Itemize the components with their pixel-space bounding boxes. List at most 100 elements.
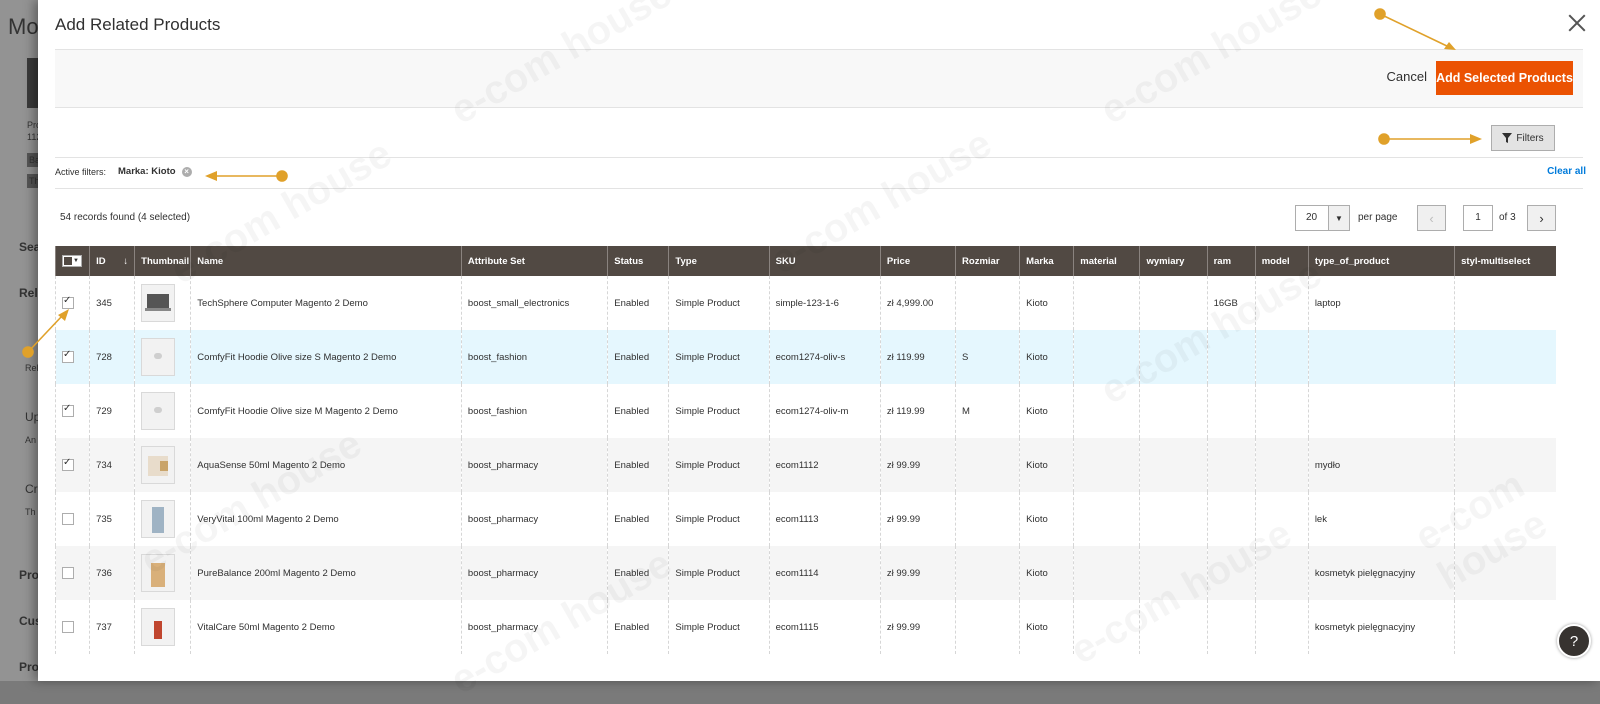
row-checkbox[interactable] <box>62 513 74 525</box>
model-cell <box>1254 438 1309 492</box>
background-section: Pro <box>19 660 40 674</box>
material-cell <box>1073 492 1140 546</box>
name-cell: ComfyFit Hoodie Olive size M Magento 2 D… <box>190 384 462 438</box>
name-cell: VeryVital 100ml Magento 2 Demo <box>190 492 462 546</box>
wymiary-cell <box>1139 546 1208 600</box>
row-checkbox[interactable] <box>62 457 74 471</box>
column-header-sku[interactable]: SKU <box>768 246 881 276</box>
prev-page-button[interactable]: ‹ <box>1417 205 1446 231</box>
next-page-button[interactable]: › <box>1527 205 1556 231</box>
table-row[interactable]: 729 ComfyFit Hoodie Olive size M Magento … <box>54 384 1556 438</box>
column-header-name[interactable]: Name <box>190 246 462 276</box>
product-thumbnail <box>141 392 176 430</box>
sku-cell: ecom1114 <box>768 546 881 600</box>
row-checkbox[interactable] <box>62 567 74 579</box>
marka-cell: Kioto <box>1019 384 1074 438</box>
type-cell: Simple Product <box>668 276 770 330</box>
filters-button[interactable]: Filters <box>1491 125 1555 151</box>
remove-filter-icon[interactable]: × <box>181 166 192 177</box>
model-cell <box>1254 330 1309 384</box>
ram-cell <box>1206 546 1256 600</box>
name-cell: ComfyFit Hoodie Olive size S Magento 2 D… <box>190 330 462 384</box>
wymiary-cell <box>1139 600 1208 654</box>
row-checkbox[interactable] <box>62 349 74 363</box>
rozmiar-cell <box>955 438 1020 492</box>
clear-all-link[interactable]: Clear all <box>1547 166 1586 177</box>
table-row[interactable]: 735 VeryVital 100ml Magento 2 Demo boost_p… <box>54 492 1556 546</box>
mass-select-header[interactable]: ▼ <box>54 246 90 276</box>
model-cell <box>1254 546 1309 600</box>
column-header-ram[interactable]: ram <box>1206 246 1256 276</box>
help-button[interactable]: ? <box>1557 624 1591 658</box>
column-header-attribute-set[interactable]: Attribute Set <box>460 246 608 276</box>
id-cell: 734 <box>89 438 135 492</box>
status-cell: Enabled <box>607 438 669 492</box>
price-cell: zł 99.99 <box>879 600 956 654</box>
column-header-type-of-product[interactable]: type_of_product <box>1307 246 1455 276</box>
row-checkbox[interactable] <box>62 621 74 633</box>
ram-cell <box>1206 600 1256 654</box>
background-text: Th <box>25 507 36 517</box>
type-of-product-cell <box>1307 330 1455 384</box>
per-page-select[interactable]: 20 ▼ <box>1295 205 1350 231</box>
wymiary-cell <box>1139 276 1208 330</box>
status-cell: Enabled <box>607 546 669 600</box>
styl-multiselect-cell <box>1454 438 1556 492</box>
add-selected-products-button[interactable]: Add Selected Products <box>1436 61 1573 95</box>
table-row[interactable]: 737 VitalCare 50ml Magento 2 Demo boost_ph… <box>54 600 1556 654</box>
column-header-price[interactable]: Price <box>879 246 956 276</box>
column-header-id[interactable]: ID ↓ <box>89 246 135 276</box>
type-of-product-cell <box>1307 384 1455 438</box>
name-cell: PureBalance 200ml Magento 2 Demo <box>190 546 462 600</box>
sku-cell: ecom1112 <box>768 438 881 492</box>
column-header-thumbnail[interactable]: Thumbnail <box>134 246 191 276</box>
row-checkbox[interactable] <box>62 403 74 417</box>
column-header-marka[interactable]: Marka <box>1019 246 1074 276</box>
background-text: Rel <box>25 363 39 373</box>
cancel-button[interactable]: Cancel <box>1387 69 1427 84</box>
chevron-down-icon[interactable]: ▼ <box>1328 206 1349 230</box>
row-checkbox[interactable] <box>62 295 74 309</box>
styl-multiselect-cell <box>1454 330 1556 384</box>
attribute-set-cell: boost_pharmacy <box>460 546 608 600</box>
thumbnail-cell <box>134 330 191 384</box>
thumbnail-cell <box>134 492 191 546</box>
ram-cell <box>1206 330 1256 384</box>
sort-arrow-icon: ↓ <box>123 255 129 267</box>
column-header-rozmiar[interactable]: Rozmiar <box>955 246 1020 276</box>
type-cell: Simple Product <box>668 600 770 654</box>
column-header-material[interactable]: material <box>1073 246 1140 276</box>
divider <box>55 157 1583 158</box>
active-filters-label: Active filters: <box>55 167 107 177</box>
material-cell <box>1073 546 1140 600</box>
marka-cell: Kioto <box>1019 546 1074 600</box>
table-row[interactable]: 728 ComfyFit Hoodie Olive size S Magento … <box>54 330 1556 384</box>
product-thumbnail <box>141 446 176 484</box>
attribute-set-cell: boost_pharmacy <box>460 600 608 654</box>
background-title: Mo <box>8 14 39 39</box>
background-image <box>27 58 38 108</box>
table-row[interactable]: 345 TechSphere Computer Magento 2 Demoboo… <box>54 276 1556 330</box>
model-cell <box>1254 276 1309 330</box>
mass-select-checkbox[interactable]: ▼ <box>62 254 82 267</box>
row-select-cell <box>54 276 90 330</box>
ram-cell <box>1206 492 1256 546</box>
rozmiar-cell <box>955 276 1020 330</box>
column-header-type[interactable]: Type <box>668 246 770 276</box>
sku-cell: ecom1113 <box>768 492 881 546</box>
column-header-styl-multiselect[interactable]: styl-multiselect <box>1454 246 1556 276</box>
table-row[interactable]: 734 AquaSense 50ml Magento 2 Demoboost_ph… <box>54 438 1556 492</box>
column-header-model[interactable]: model <box>1254 246 1309 276</box>
page-number-input[interactable]: 1 <box>1463 205 1493 231</box>
table-row[interactable]: 736 PureBalance 200ml Magento 2 Demo boost… <box>54 546 1556 600</box>
close-icon[interactable] <box>1564 10 1590 36</box>
filters-button-label: Filters <box>1516 132 1544 144</box>
wymiary-cell <box>1139 492 1208 546</box>
row-select-cell <box>54 492 90 546</box>
price-cell: zł 4,999.00 <box>879 276 956 330</box>
marka-cell: Kioto <box>1019 492 1074 546</box>
column-header-status[interactable]: Status <box>607 246 669 276</box>
attribute-set-cell: boost_pharmacy <box>460 492 608 546</box>
thumbnail-cell <box>134 438 191 492</box>
column-header-wymiary[interactable]: wymiary <box>1139 246 1208 276</box>
